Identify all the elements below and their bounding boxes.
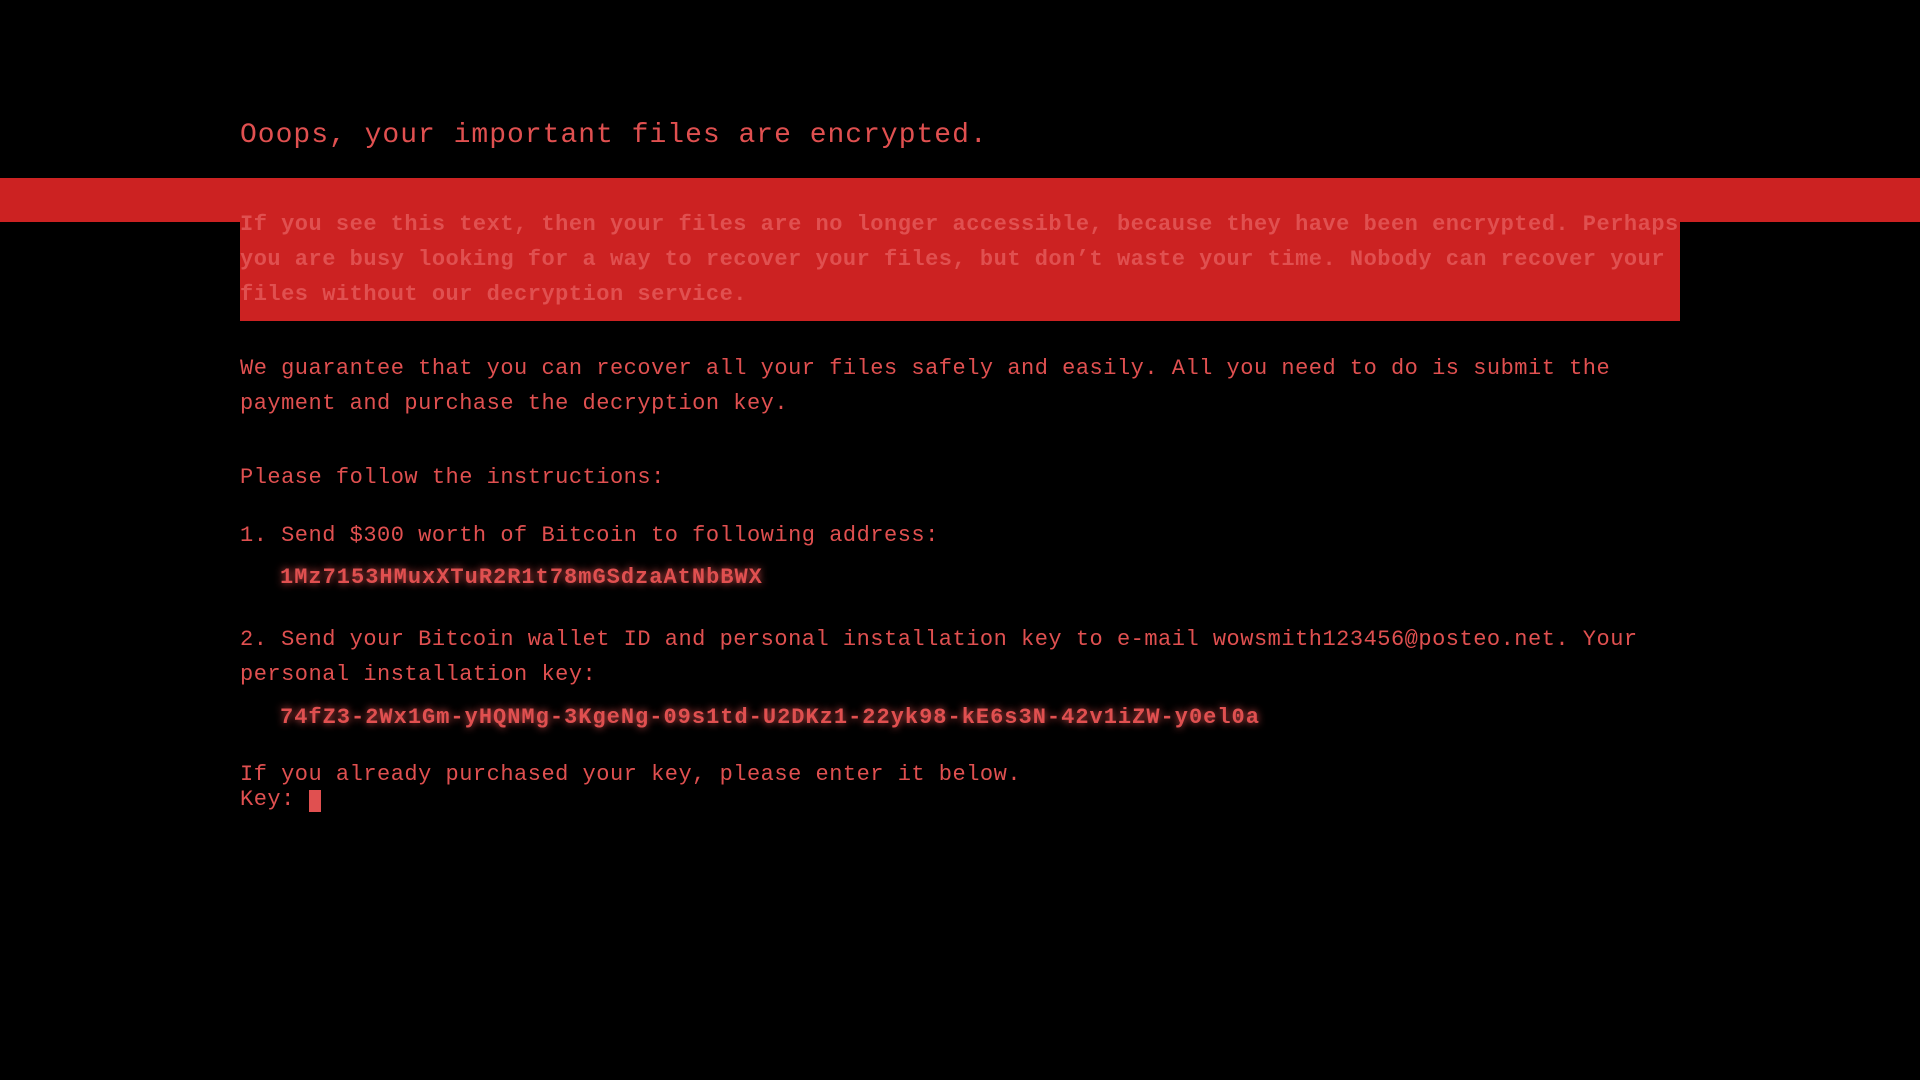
step-2: 2. Send your Bitcoin wallet ID and perso… (240, 622, 1680, 729)
key-prompt[interactable]: Key: (240, 787, 1680, 812)
instruction-header: Please follow the instructions: (240, 465, 1680, 490)
ransomware-screen: Ooops, your important files are encrypte… (0, 0, 1920, 1080)
step-1: 1. Send $300 worth of Bitcoin to followi… (240, 518, 1680, 590)
step2-label: 2. Send your Bitcoin wallet ID and perso… (240, 622, 1680, 692)
main-title: Ooops, your important files are encrypte… (240, 120, 1680, 151)
main-content: Ooops, your important files are encrypte… (240, 120, 1680, 812)
guarantee-text: We guarantee that you can recover all yo… (240, 351, 1680, 421)
install-key: 74fZ3-2Wx1Gm-yHQNMg-3KgeNg-09s1td-U2DKz1… (280, 705, 1680, 730)
step1-label: 1. Send $300 worth of Bitcoin to followi… (240, 518, 1680, 553)
cursor (309, 790, 321, 812)
key-entry-section: If you already purchased your key, pleas… (240, 762, 1680, 812)
key-prompt-label: Key: (240, 787, 309, 812)
encrypted-warning: If you see this text, then your files ar… (240, 199, 1680, 321)
key-entry-text: If you already purchased your key, pleas… (240, 762, 1680, 787)
bitcoin-address: 1Mz7153HMuxXTuR2R1t78mGSdzaAtNbBWX (280, 565, 1680, 590)
